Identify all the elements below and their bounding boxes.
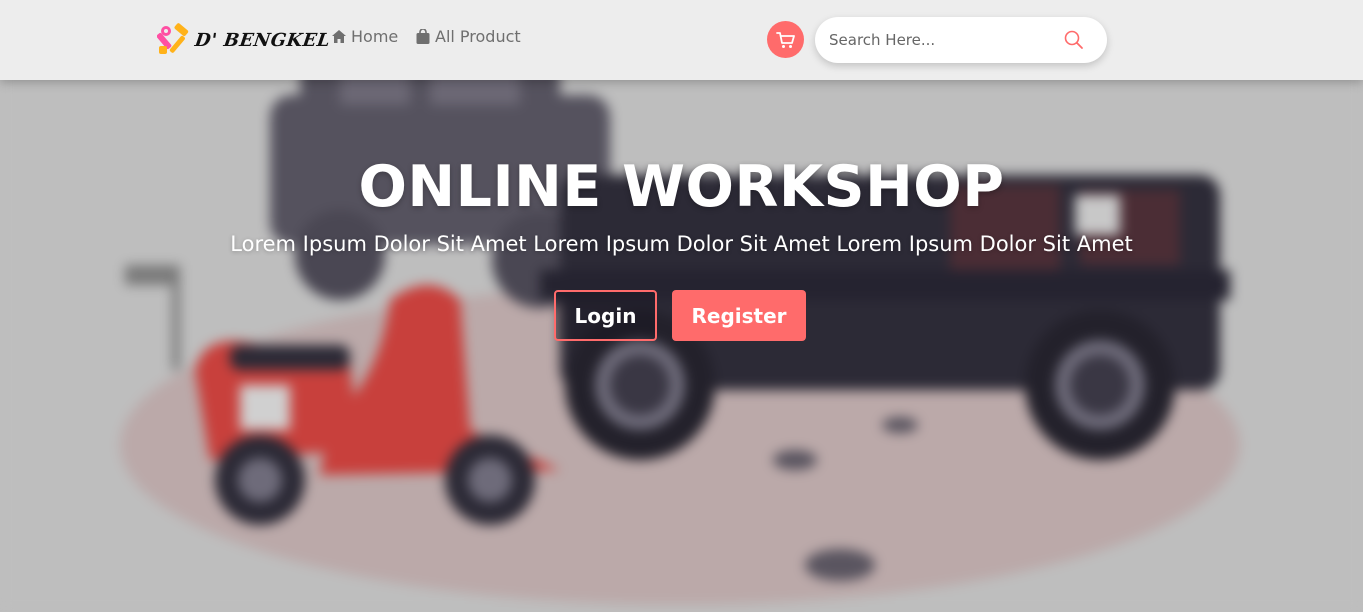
- home-icon: [332, 30, 346, 43]
- hero-section: ONLINE WORKSHOP Lorem Ipsum Dolor Sit Am…: [0, 80, 1363, 612]
- hero-subtitle: Lorem Ipsum Dolor Sit Amet Lorem Ipsum D…: [230, 232, 1133, 256]
- navbar: D' BENGKEL Home All Product: [0, 0, 1363, 80]
- search-input[interactable]: [829, 28, 1049, 52]
- cart-button[interactable]: [767, 21, 804, 58]
- nav-all-product-label: All Product: [435, 27, 521, 46]
- nav-home-label: Home: [351, 27, 399, 46]
- shopping-bag-icon: [416, 29, 430, 44]
- register-button[interactable]: Register: [672, 290, 806, 341]
- nav-home-link[interactable]: Home: [332, 27, 398, 46]
- hero-title: ONLINE WORKSHOP: [358, 154, 1005, 220]
- hero-content: ONLINE WORKSHOP Lorem Ipsum Dolor Sit Am…: [0, 80, 1363, 612]
- brand[interactable]: D' BENGKEL: [157, 22, 332, 58]
- nav-all-product-link[interactable]: All Product: [416, 27, 521, 46]
- login-button[interactable]: Login: [554, 290, 657, 341]
- search-icon[interactable]: [1063, 29, 1085, 55]
- tools-icon: [157, 23, 189, 54]
- cart-icon: [776, 31, 795, 48]
- brand-name: D' BENGKEL: [193, 29, 332, 51]
- search-box: [815, 17, 1107, 63]
